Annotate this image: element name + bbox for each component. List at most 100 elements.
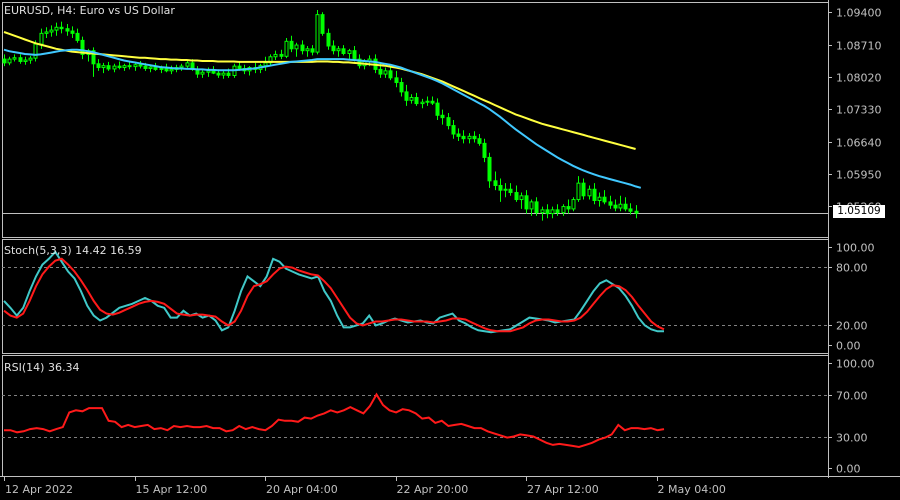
candle-body-bear — [498, 185, 503, 191]
candle-body-bear — [320, 14, 325, 34]
candle-body-bull — [206, 70, 211, 73]
candle-body-bull — [112, 65, 117, 70]
stochastic-tick-label: 0.00 — [836, 340, 861, 353]
candle-body-bear — [211, 70, 216, 74]
candle-body-bear — [117, 65, 122, 69]
candle-body-bull — [305, 48, 310, 52]
candle-body-bull — [54, 26, 59, 31]
candle-body-bear — [310, 48, 315, 53]
candle-body-bear — [65, 28, 70, 32]
candle-body-bull — [23, 59, 28, 62]
time-tick-label: 15 Apr 12:00 — [136, 483, 208, 496]
candle — [315, 9, 320, 55]
candle-body-bear — [545, 209, 550, 215]
current-price-tag: 1.05109 — [833, 205, 885, 218]
candle — [571, 197, 576, 212]
candle-body-bear — [352, 50, 357, 60]
candle-body-bull — [550, 209, 555, 215]
time-tick-label: 2 May 04:00 — [658, 483, 726, 496]
candle-body-bull — [44, 31, 49, 34]
candle-body-bull — [101, 65, 106, 69]
time-tick-label: 22 Apr 20:00 — [397, 483, 469, 496]
candle-body-bear — [493, 180, 498, 187]
candle-body-bull — [122, 65, 127, 69]
candle-body-bear — [237, 65, 242, 69]
candle — [284, 38, 289, 59]
price-tick-label: 1.09400 — [836, 7, 882, 20]
candle-body-bull — [159, 67, 164, 70]
candle-body-bull — [425, 100, 430, 103]
candle-body-bear — [394, 77, 399, 84]
candle-body-bull — [273, 53, 278, 58]
candle-body-bear — [451, 125, 456, 135]
rsi-tick-label: 0.00 — [836, 463, 861, 476]
candle-body-bear — [216, 72, 221, 76]
candle-body-bull — [169, 68, 174, 72]
candle-body-bear — [508, 188, 513, 194]
candle-body-bear — [446, 117, 451, 127]
candle-body-bear — [608, 201, 613, 206]
candle-body-bear — [226, 72, 231, 76]
candle-body-bull — [148, 66, 153, 69]
stochastic-tick-label: 20.00 — [836, 320, 868, 333]
candle-body-bear — [378, 68, 383, 75]
candle-body-bear — [628, 208, 633, 212]
candle-body-bear — [456, 133, 461, 137]
candle-body-bull — [263, 62, 268, 67]
candle-body-bull — [409, 96, 414, 101]
candle-body-bull — [383, 70, 388, 75]
rsi-tick-label: 70.00 — [836, 390, 868, 403]
candle-body-bull — [39, 32, 44, 45]
candle-body-bull — [221, 72, 226, 76]
price-tick-label: 1.08710 — [836, 40, 882, 53]
candle-body-bear — [127, 65, 132, 68]
candle-body-bear — [59, 26, 64, 30]
chart-window[interactable]: 1.09400 1.08710 1.08020 1.07330 1.06640 1.059… — [0, 0, 900, 500]
candle-body-bear — [592, 188, 597, 201]
candle-body-bear — [18, 57, 23, 62]
candle-body-bear — [75, 32, 80, 41]
candle-body-bear — [341, 48, 346, 54]
candle-body-bull — [347, 50, 352, 54]
candle-body-bull — [587, 188, 592, 197]
symbol-title: EURUSD, H4: Euro vs US Dollar — [4, 4, 175, 17]
candle-body-bull — [519, 195, 524, 201]
candle-body-bull — [294, 44, 299, 50]
rsi-label: RSI(14) 36.34 — [4, 361, 80, 374]
candle-body-bear — [399, 82, 404, 93]
candle-body-bull — [571, 199, 576, 210]
price-tick-label: 1.05950 — [836, 169, 882, 182]
candle-body-bear — [435, 102, 440, 116]
candle-body-bull — [336, 48, 341, 52]
candle-body-bull — [33, 43, 38, 59]
candle-body-bear — [289, 40, 294, 50]
candle-body-bull — [467, 135, 472, 140]
candle-body-bear — [164, 67, 169, 72]
candle-body-bear — [472, 135, 477, 140]
candle-body-bear — [482, 142, 487, 158]
time-tick-label: 12 Apr 2022 — [5, 483, 73, 496]
candle-body-bull — [133, 64, 138, 68]
candle-body-bear — [534, 201, 539, 214]
candle-body-bear — [634, 210, 639, 214]
candle-body-bear — [106, 65, 111, 70]
candle — [320, 12, 325, 36]
candle-body-bear — [514, 192, 519, 201]
candle-body-bear — [430, 100, 435, 104]
candle-body-bear — [487, 156, 492, 182]
candle-body-bull — [49, 29, 54, 33]
price-tick-label: 1.07330 — [836, 104, 882, 117]
candle-body-bear — [555, 209, 560, 214]
candle-body-bear — [566, 206, 571, 210]
candle-body-bull — [618, 203, 623, 209]
candle-body-bull — [597, 196, 602, 201]
candle-body-bear — [404, 91, 409, 101]
candle-body-bear — [602, 196, 607, 203]
candle-body-bear — [388, 70, 393, 79]
stochastic-label: Stoch(5,3,3) 14.42 16.59 — [4, 244, 142, 257]
candle-body-bear — [331, 45, 336, 52]
candle-body-bear — [414, 96, 419, 105]
candle-body-bull — [503, 188, 508, 191]
candle-body-bull — [12, 57, 17, 60]
candle-body-bull — [315, 14, 320, 53]
